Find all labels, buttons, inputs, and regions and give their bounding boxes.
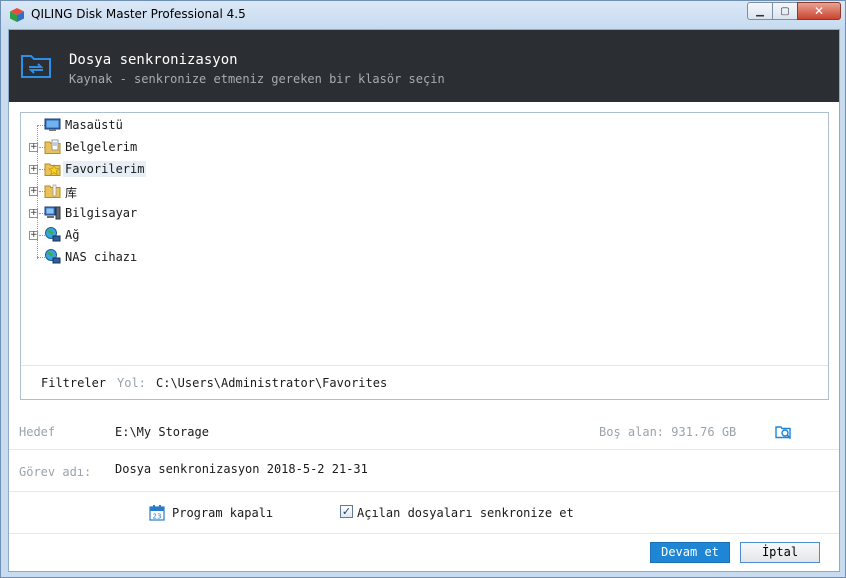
documents-folder-icon (44, 139, 61, 154)
tree-item-label[interactable]: 库 (63, 183, 79, 202)
expand-toggle[interactable]: + (29, 187, 38, 196)
task-row: Görev adı: Dosya senkronizasyon 2018-5-2… (9, 450, 839, 492)
expand-toggle[interactable]: + (29, 143, 38, 152)
filters-link[interactable]: Filtreler (41, 376, 106, 390)
target-row: Hedef E:\My Storage Boş alan: 931.76 GB (9, 410, 839, 450)
window-title: QILING Disk Master Professional 4.5 (31, 7, 246, 21)
cancel-button[interactable]: İptal (740, 542, 820, 563)
desktop-icon (44, 118, 61, 131)
restore-button[interactable]: ▢ (772, 2, 798, 20)
expand-toggle[interactable]: + (29, 209, 38, 218)
folder-tree-panel: Masaüstü + Belgelerim + Favorilerim + 库 … (20, 112, 829, 400)
network-icon (45, 227, 61, 242)
minimize-button[interactable]: ▁ (747, 2, 773, 20)
path-label: Yol: (117, 376, 146, 390)
app-window: QILING Disk Master Professional 4.5 ▁ ▢ … (0, 0, 846, 578)
filter-bar: Filtreler Yol: C:\Users\Administrator\Fa… (21, 365, 828, 399)
library-folder-icon (44, 184, 61, 198)
target-label: Hedef (19, 425, 56, 439)
tree-item-label[interactable]: Belgelerim (63, 139, 139, 155)
page-subtitle: Kaynak - senkronize etmeniz gereken bir … (69, 72, 445, 86)
path-value: C:\Users\Administrator\Favorites (156, 376, 388, 390)
task-label: Görev adı: (19, 465, 92, 479)
task-name-field[interactable]: Dosya senkronizasyon 2018-5-2 21-31 (115, 462, 368, 476)
title-bar[interactable]: QILING Disk Master Professional 4.5 ▁ ▢ … (1, 1, 845, 29)
window-controls: ▁ ▢ ✕ (747, 2, 841, 22)
close-button[interactable]: ✕ (797, 2, 841, 20)
sync-folder-icon (21, 55, 51, 78)
schedule-program-link[interactable]: Program kapalı (172, 506, 273, 520)
tree-item-label[interactable]: Favorilerim (63, 161, 147, 177)
tree-item-label[interactable]: Masaüstü (63, 117, 125, 133)
expand-toggle[interactable]: + (29, 231, 38, 240)
wizard-header: Dosya senkronizasyon Kaynak - senkronize… (9, 30, 839, 102)
calendar-icon[interactable]: 23 (149, 504, 165, 521)
folder-tree[interactable]: Masaüstü + Belgelerim + Favorilerim + 库 … (21, 113, 828, 365)
svg-text:23: 23 (153, 513, 162, 521)
tree-item-label[interactable]: Ağ (63, 227, 81, 243)
target-value: E:\My Storage (115, 425, 209, 439)
sync-open-files-label[interactable]: Açılan dosyaları senkronize et (357, 506, 574, 520)
nas-device-icon (45, 249, 61, 264)
expand-toggle[interactable]: + (29, 165, 38, 174)
continue-button[interactable]: Devam et (650, 542, 730, 563)
dialog-client-area: Dosya senkronizasyon Kaynak - senkronize… (8, 29, 840, 572)
page-title: Dosya senkronizasyon (69, 52, 238, 68)
browse-target-icon[interactable] (775, 424, 793, 440)
app-logo-icon (10, 8, 24, 22)
sync-open-files-checkbox[interactable]: ✓ (340, 505, 353, 518)
computer-icon (44, 206, 61, 220)
favorites-folder-icon (44, 163, 61, 176)
free-space-text: Boş alan: 931.76 GB (599, 425, 737, 439)
tree-item-label[interactable]: NAS cihazı (63, 249, 139, 265)
options-row: 23 Program kapalı ✓ Açılan dosyaları sen… (9, 492, 839, 534)
tree-item-label[interactable]: Bilgisayar (63, 205, 139, 221)
